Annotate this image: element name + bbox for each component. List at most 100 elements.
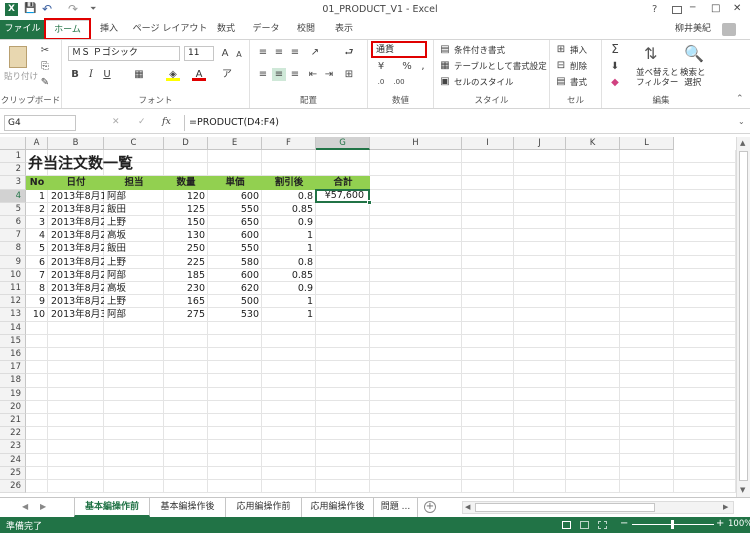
column-header-c[interactable]: C	[104, 137, 164, 150]
formula-input[interactable]: =PRODUCT(D4:F4)	[184, 115, 732, 131]
row-header[interactable]: 3	[0, 176, 26, 190]
selected-cell-g4[interactable]: ¥57,600	[315, 188, 370, 203]
row-header[interactable]: 4	[0, 189, 26, 203]
row-header[interactable]: 12	[0, 295, 26, 309]
column-header-e[interactable]: E	[208, 137, 262, 150]
select-all-corner[interactable]	[0, 137, 26, 150]
expand-formula-icon[interactable]: ⌄	[738, 117, 745, 126]
name-box[interactable]: G4	[4, 115, 76, 131]
table-cell[interactable]: 1	[262, 229, 316, 242]
row-header[interactable]: 18	[0, 374, 26, 388]
conditional-format-icon[interactable]: ▤	[438, 43, 452, 56]
column-header-l[interactable]: L	[620, 137, 674, 150]
table-cell[interactable]: 2013年8月22日（木）	[48, 229, 104, 242]
table-cell[interactable]: 阿部	[104, 308, 164, 321]
tab-file[interactable]: ファイル	[0, 20, 45, 39]
align-left-icon[interactable]: ≡	[256, 68, 270, 81]
table-cell[interactable]: 阿部	[104, 190, 164, 203]
font-grow-icon[interactable]: A	[218, 47, 232, 60]
sheet-tab-1[interactable]: 基本編操作後	[150, 498, 226, 517]
table-cell[interactable]: 0.8	[262, 190, 316, 203]
align-right-icon[interactable]: ≡	[288, 68, 302, 81]
table-cell[interactable]: 165	[164, 295, 208, 308]
column-header-g[interactable]: G	[316, 137, 370, 150]
scroll-right-icon[interactable]: ▶	[723, 503, 728, 511]
table-cell[interactable]: 飯田	[104, 242, 164, 255]
table-cell[interactable]: 2013年8月19日（月）	[48, 190, 104, 203]
table-cell[interactable]: 上野	[104, 216, 164, 229]
format-cells-icon[interactable]: ▤	[554, 75, 568, 88]
header-cell-3[interactable]: 数量	[164, 176, 208, 189]
table-cell[interactable]: 275	[164, 308, 208, 321]
column-header-b[interactable]: B	[48, 137, 104, 150]
delete-cells-button[interactable]: 削除	[570, 60, 587, 72]
currency-icon[interactable]: ¥	[374, 60, 388, 73]
scroll-down-icon[interactable]: ▼	[740, 486, 745, 494]
merge-center-icon[interactable]: ⊞	[342, 68, 356, 81]
table-cell[interactable]: 6	[26, 256, 48, 269]
row-header[interactable]: 6	[0, 216, 26, 230]
tab-view[interactable]: 表示	[326, 20, 362, 39]
table-cell[interactable]: 125	[164, 203, 208, 216]
next-sheet-icon[interactable]: ▶	[40, 502, 46, 511]
table-cell[interactable]: 225	[164, 256, 208, 269]
horizontal-scrollbar[interactable]: ◀ ▶	[462, 501, 734, 514]
table-cell[interactable]: 10	[26, 308, 48, 321]
row-header[interactable]: 9	[0, 255, 26, 269]
row-header[interactable]: 23	[0, 440, 26, 454]
percent-button[interactable]: %	[400, 60, 414, 73]
page-layout-view-icon[interactable]	[580, 521, 589, 529]
table-cell[interactable]: 650	[208, 216, 262, 229]
align-center-icon[interactable]: ≡	[272, 68, 286, 81]
sort-filter-icon[interactable]: ⇅	[644, 44, 657, 63]
fill-handle[interactable]	[367, 199, 372, 205]
row-header[interactable]: 2	[0, 163, 26, 177]
row-header[interactable]: 19	[0, 387, 26, 401]
outdent-icon[interactable]: ⇤	[306, 68, 320, 81]
sheet-tab-0[interactable]: 基本編操作前	[74, 498, 150, 517]
row-header[interactable]: 25	[0, 466, 26, 480]
column-header-f[interactable]: F	[262, 137, 316, 150]
insert-cells-button[interactable]: 挿入	[570, 44, 587, 56]
undo-icon[interactable]: ↶	[42, 2, 52, 16]
qat-more-icon[interactable]: ⏷	[90, 4, 96, 14]
column-header-j[interactable]: J	[514, 137, 566, 150]
row-header[interactable]: 13	[0, 308, 26, 322]
table-cell[interactable]: 高坂	[104, 282, 164, 295]
table-cell[interactable]: 600	[208, 190, 262, 203]
row-header[interactable]: 10	[0, 268, 26, 282]
sheet-tab-3[interactable]: 応用編操作後	[302, 498, 374, 517]
column-header-i[interactable]: I	[462, 137, 514, 150]
clear-icon[interactable]: ◆	[608, 76, 622, 89]
font-size-select[interactable]: 11	[184, 46, 214, 61]
italic-button[interactable]: I	[84, 68, 98, 81]
row-header[interactable]: 5	[0, 202, 26, 216]
row-header[interactable]: 22	[0, 427, 26, 441]
row-header[interactable]: 17	[0, 361, 26, 375]
avatar[interactable]	[722, 23, 736, 36]
table-cell[interactable]: 580	[208, 256, 262, 269]
cell-styles-icon[interactable]: ▣	[438, 75, 452, 88]
table-cell[interactable]: 185	[164, 269, 208, 282]
table-cell[interactable]: 飯田	[104, 203, 164, 216]
insert-function-icon[interactable]: fx	[162, 116, 171, 127]
row-header[interactable]: 16	[0, 348, 26, 362]
table-cell[interactable]: 600	[208, 229, 262, 242]
normal-view-icon[interactable]	[562, 521, 571, 529]
column-header-d[interactable]: D	[164, 137, 208, 150]
enter-entry-icon[interactable]: ✓	[138, 117, 146, 127]
insert-cells-icon[interactable]: ⊞	[554, 43, 568, 56]
format-table-icon[interactable]: ▦	[438, 59, 452, 72]
bold-button[interactable]: B	[68, 68, 82, 81]
tab-page-layout[interactable]: ページ レイアウト	[130, 20, 210, 39]
increase-decimal-icon[interactable]: .0	[374, 76, 388, 89]
zoom-in-icon[interactable]: +	[716, 518, 724, 529]
table-cell[interactable]: 2013年8月30日（金）	[48, 308, 104, 321]
zoom-thumb[interactable]	[671, 520, 674, 529]
sheet-title[interactable]: 弁当注文数一覧	[28, 152, 133, 174]
add-sheet-icon[interactable]: +	[424, 501, 436, 513]
table-cell[interactable]: 120	[164, 190, 208, 203]
table-cell[interactable]: 230	[164, 282, 208, 295]
align-top-icon[interactable]: ≡	[256, 46, 270, 59]
autosum-icon[interactable]: Σ	[608, 43, 622, 56]
